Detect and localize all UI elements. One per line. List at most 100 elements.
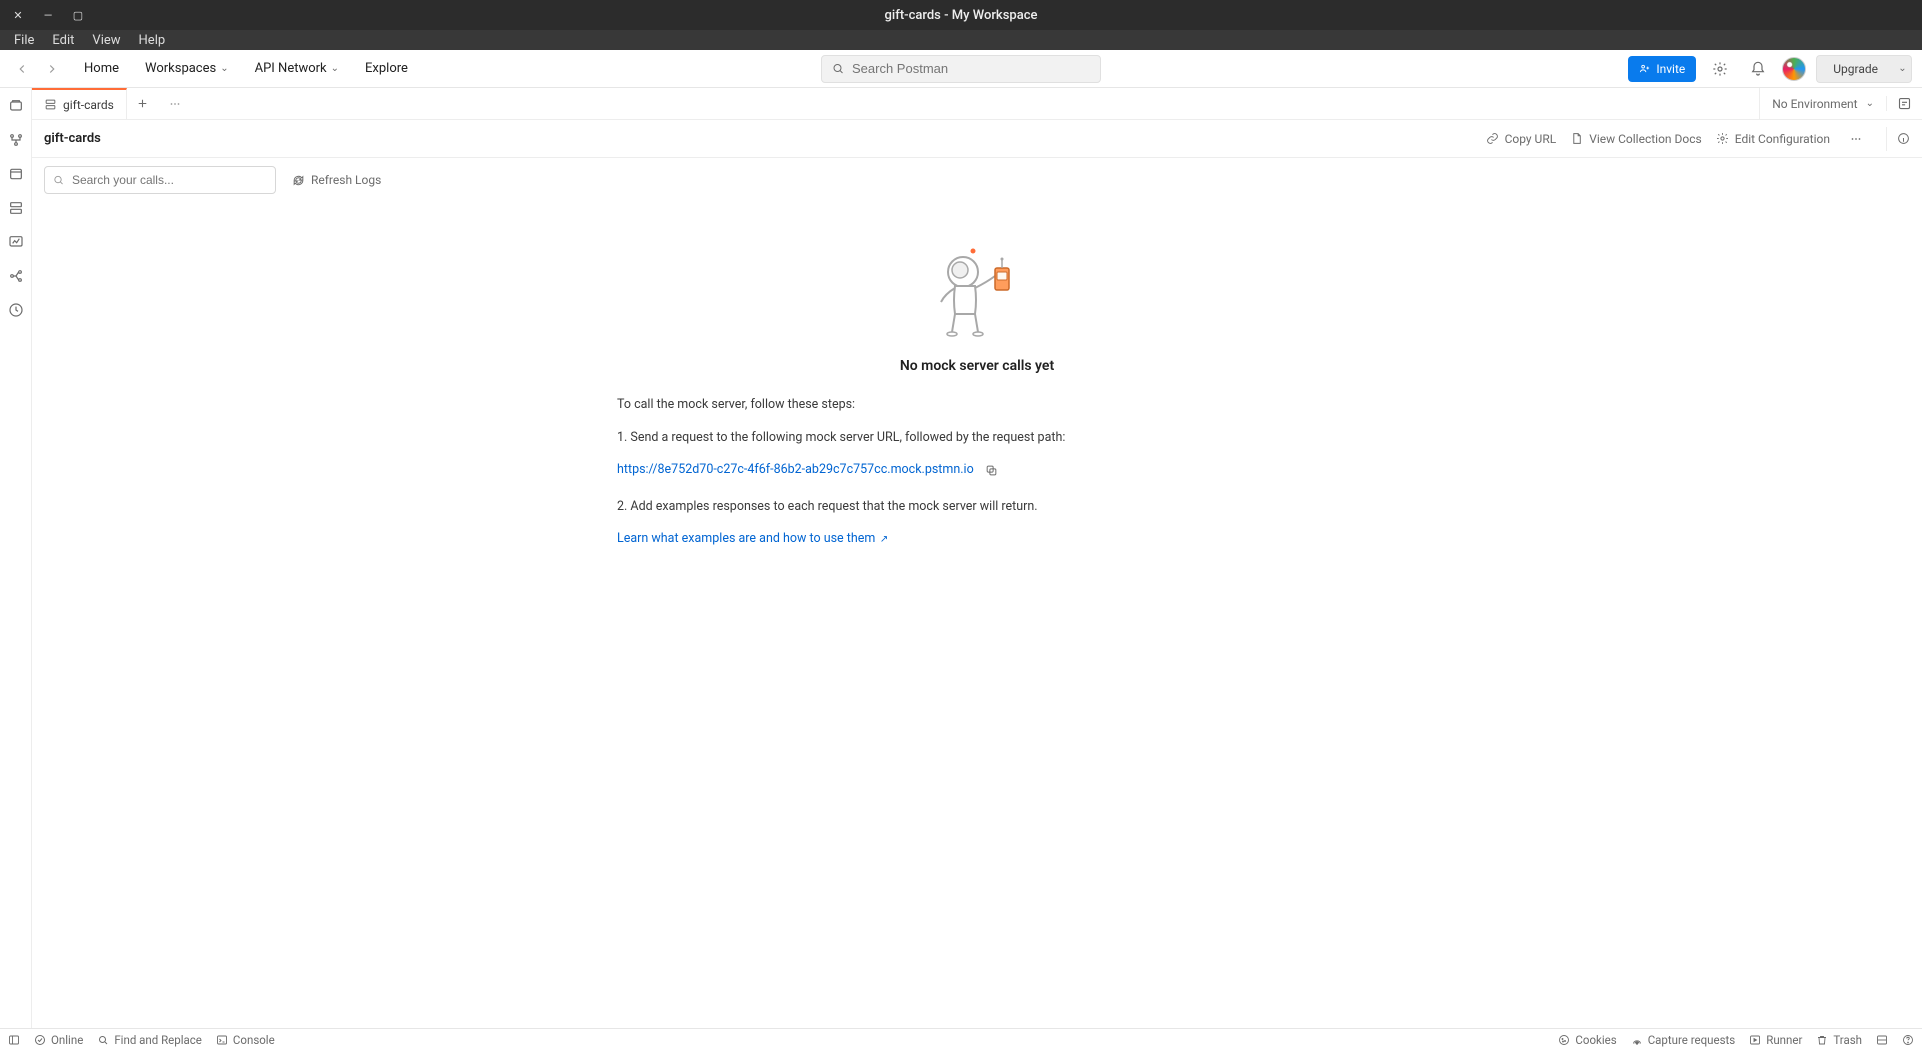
sync-status[interactable]: Online xyxy=(34,1033,83,1047)
menu-bar: File Edit View Help xyxy=(0,30,1922,50)
learn-examples-link[interactable]: Learn what examples are and how to use t… xyxy=(617,531,888,546)
notifications-button[interactable] xyxy=(1744,55,1772,83)
window-title: gift-cards - My Workspace xyxy=(885,8,1038,23)
nav-home-label: Home xyxy=(84,61,119,76)
trash-label: Trash xyxy=(1833,1033,1862,1047)
edit-configuration-button[interactable]: Edit Configuration xyxy=(1716,132,1830,146)
tab-label: gift-cards xyxy=(63,98,114,112)
upgrade-dropdown[interactable]: ⌄ xyxy=(1894,55,1912,83)
more-actions-button[interactable] xyxy=(1844,127,1868,151)
left-rail xyxy=(0,88,32,1028)
global-search[interactable] xyxy=(821,55,1101,83)
nav-workspaces[interactable]: Workspaces ⌄ xyxy=(135,55,239,82)
maximize-window-icon[interactable]: ▢ xyxy=(72,9,84,21)
link-icon xyxy=(1486,132,1499,145)
page-header: gift-cards Copy URL View Collection Docs… xyxy=(32,120,1922,158)
capture-label: Capture requests xyxy=(1648,1033,1736,1047)
nav-api-network[interactable]: API Network⌄ xyxy=(245,55,349,82)
chevron-down-icon: ⌄ xyxy=(220,63,228,74)
panel-icon xyxy=(8,1034,20,1046)
history-rail-icon[interactable] xyxy=(6,300,26,320)
menu-view[interactable]: View xyxy=(84,31,128,50)
invite-label: Invite xyxy=(1656,62,1685,76)
help-icon xyxy=(1902,1034,1914,1046)
gear-icon xyxy=(1716,132,1729,145)
invite-icon xyxy=(1639,63,1650,74)
refresh-icon xyxy=(292,174,305,187)
cookies-button[interactable]: Cookies xyxy=(1558,1033,1616,1047)
tab-actions-button[interactable] xyxy=(159,88,191,119)
empty-step2-text: 2. Add examples responses to each reques… xyxy=(617,496,1337,519)
console-button[interactable]: Console xyxy=(216,1033,275,1047)
environment-quick-look[interactable] xyxy=(1886,96,1922,111)
menu-help[interactable]: Help xyxy=(131,31,174,50)
menu-edit[interactable]: Edit xyxy=(44,31,82,50)
bell-icon xyxy=(1750,61,1766,77)
menu-file[interactable]: File xyxy=(6,31,42,50)
global-search-input[interactable] xyxy=(852,61,1090,76)
status-bar: Online Find and Replace Console Cookies … xyxy=(0,1028,1922,1050)
refresh-logs-button[interactable]: Refresh Logs xyxy=(292,173,381,187)
user-avatar[interactable] xyxy=(1782,57,1806,81)
check-circle-icon xyxy=(34,1034,46,1046)
refresh-logs-label: Refresh Logs xyxy=(311,173,381,187)
invite-button[interactable]: Invite xyxy=(1628,56,1696,82)
filter-row: Refresh Logs xyxy=(32,158,1922,202)
environment-label: No Environment xyxy=(1772,97,1857,111)
window-titlebar: ✕ — ▢ gift-cards - My Workspace xyxy=(0,0,1922,30)
upgrade-button[interactable]: Upgrade xyxy=(1816,55,1894,83)
console-icon xyxy=(216,1034,228,1046)
nav-explore[interactable]: Explore xyxy=(355,55,418,82)
runner-button[interactable]: Runner xyxy=(1749,1033,1802,1047)
dots-icon xyxy=(1849,132,1863,146)
eye-icon xyxy=(1897,96,1912,111)
copy-url-icon-button[interactable] xyxy=(982,460,1002,480)
find-replace-label: Find and Replace xyxy=(114,1033,202,1047)
mock-server-name: gift-cards xyxy=(44,131,101,146)
mock-servers-rail-icon[interactable] xyxy=(6,198,26,218)
apis-rail-icon[interactable] xyxy=(6,130,26,150)
trash-button[interactable]: Trash xyxy=(1816,1033,1862,1047)
nav-api-network-label: API Network xyxy=(255,61,327,76)
astronaut-illustration xyxy=(917,242,1037,342)
monitors-rail-icon[interactable] xyxy=(6,232,26,252)
minimize-window-icon[interactable]: — xyxy=(42,9,54,21)
nav-home[interactable]: Home xyxy=(74,55,129,82)
info-button[interactable] xyxy=(1886,127,1910,151)
tab-gift-cards[interactable]: gift-cards xyxy=(32,88,127,119)
capture-requests-button[interactable]: Capture requests xyxy=(1631,1033,1736,1047)
empty-state-title: No mock server calls yet xyxy=(900,358,1054,374)
search-icon xyxy=(832,62,844,75)
view-collection-docs-button[interactable]: View Collection Docs xyxy=(1570,132,1702,146)
close-window-icon[interactable]: ✕ xyxy=(12,9,24,21)
sidebar-toggle-button[interactable] xyxy=(8,1034,20,1046)
tabstrip: gift-cards No Environment ⌄ xyxy=(32,88,1922,120)
upgrade-label: Upgrade xyxy=(1833,62,1878,76)
nav-back-button[interactable] xyxy=(10,57,34,81)
new-tab-button[interactable] xyxy=(127,88,159,119)
view-docs-label: View Collection Docs xyxy=(1589,132,1702,146)
settings-button[interactable] xyxy=(1706,55,1734,83)
search-calls-field[interactable] xyxy=(44,166,276,194)
nav-forward-button[interactable] xyxy=(40,57,64,81)
trash-icon xyxy=(1816,1034,1828,1046)
layout-icon xyxy=(1876,1034,1888,1046)
runner-label: Runner xyxy=(1766,1033,1802,1047)
find-replace-button[interactable]: Find and Replace xyxy=(97,1033,202,1047)
search-icon xyxy=(53,174,64,186)
environment-selector[interactable]: No Environment ⌄ xyxy=(1760,88,1886,119)
top-bar: Home Workspaces⌄ API Network⌄ Explore In… xyxy=(0,50,1922,88)
search-calls-input[interactable] xyxy=(72,173,267,187)
mock-server-url-link[interactable]: https://8e752d70-c27c-4f6f-86b2-ab29c7c7… xyxy=(617,459,974,482)
two-pane-button[interactable] xyxy=(1876,1034,1888,1046)
mock-server-icon xyxy=(44,98,57,111)
collections-rail-icon[interactable] xyxy=(6,96,26,116)
cookie-icon xyxy=(1558,1034,1570,1046)
empty-step1-text: 1. Send a request to the following mock … xyxy=(617,427,1337,450)
learn-examples-label: Learn what examples are and how to use t… xyxy=(617,531,875,546)
help-button[interactable] xyxy=(1902,1034,1914,1046)
flows-rail-icon[interactable] xyxy=(6,266,26,286)
environments-rail-icon[interactable] xyxy=(6,164,26,184)
copy-url-button[interactable]: Copy URL xyxy=(1486,132,1557,146)
nav-workspaces-label: Workspaces xyxy=(145,61,216,76)
